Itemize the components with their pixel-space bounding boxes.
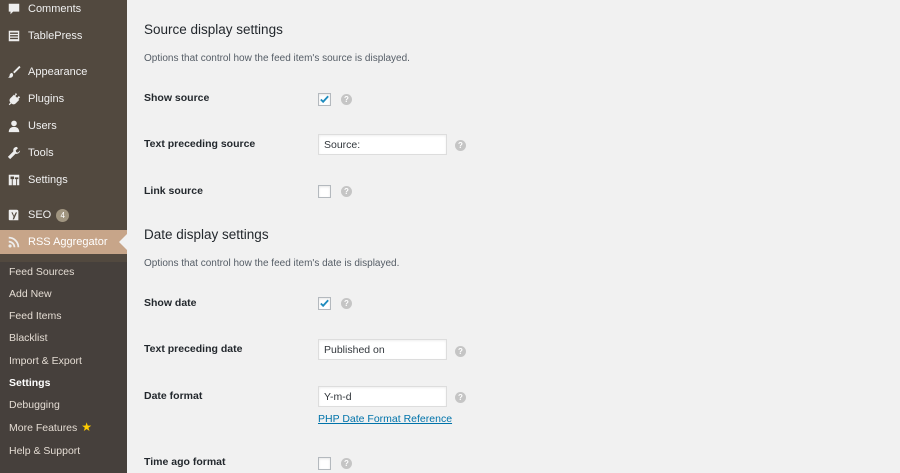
paintbrush-icon [7,65,21,79]
link-source-checkbox[interactable] [318,185,331,198]
menu-item-tablepress[interactable]: TablePress [0,24,127,48]
show-date-label: Show date [144,297,197,309]
submenu-feed-items[interactable]: Feed Items [9,308,62,324]
menu-item-rss-aggregator[interactable]: RSS Aggregator [0,230,127,254]
rss-icon [7,235,21,249]
update-count-badge: 4 [56,208,70,222]
menu-item-label: Comments [28,3,82,15]
time-ago-format-checkbox[interactable] [318,457,331,470]
submenu-settings[interactable]: Settings [9,375,50,391]
checkmark-icon [320,95,329,104]
menu-item-settings[interactable]: Settings [0,168,127,192]
text-preceding-source-label: Text preceding source [144,138,256,150]
table-icon [7,29,21,43]
link-source-label: Link source [144,185,203,197]
rss-aggregator-submenu: Feed Sources Add New Feed Items Blacklis… [0,262,127,473]
submenu-blacklist[interactable]: Blacklist [9,330,48,346]
text-preceding-date-input[interactable] [318,339,447,360]
yoast-icon [7,208,21,222]
wrench-icon [7,146,21,160]
php-date-format-reference-link[interactable]: PHP Date Format Reference [318,413,452,425]
submenu-debugging[interactable]: Debugging [9,397,60,413]
help-icon[interactable]: ? [455,346,466,357]
help-icon[interactable]: ? [455,392,466,403]
submenu-more-features-label: More Features [9,422,78,434]
menu-item-label: Tools [28,147,54,159]
show-source-label: Show source [144,92,210,104]
submenu-add-new[interactable]: Add New [9,286,52,302]
help-icon[interactable]: ? [341,186,352,197]
plug-icon [7,92,21,106]
submenu-help-support[interactable]: Help & Support [9,443,80,459]
star-icon: ★ [81,420,93,434]
date-section-title: Date display settings [144,227,269,242]
comment-icon [7,2,21,16]
user-icon [7,119,21,133]
menu-item-label: Appearance [28,66,88,78]
help-icon[interactable]: ? [455,140,466,151]
menu-item-label: SEO [28,209,52,221]
menu-item-label: Users [28,120,57,132]
text-preceding-date-label: Text preceding date [144,343,243,355]
menu-item-tools[interactable]: Tools [0,141,127,165]
menu-item-plugins[interactable]: Plugins [0,87,127,111]
help-icon[interactable]: ? [341,298,352,309]
time-ago-format-label: Time ago format [144,456,226,468]
menu-item-label: Plugins [28,93,65,105]
show-date-checkbox[interactable] [318,297,331,310]
settings-icon [7,173,21,187]
date-format-input[interactable] [318,386,447,407]
show-source-checkbox[interactable] [318,93,331,106]
submenu-more-features[interactable]: More Features ★ [9,419,92,435]
help-icon[interactable]: ? [341,94,352,105]
source-section-description: Options that control how the feed item's… [144,53,410,64]
date-format-label: Date format [144,390,203,402]
submenu-import-export[interactable]: Import & Export [9,353,82,369]
source-section-title: Source display settings [144,22,283,37]
menu-item-label: Settings [28,174,68,186]
help-icon[interactable]: ? [341,458,352,469]
checkmark-icon [320,299,329,308]
submenu-feed-sources[interactable]: Feed Sources [9,264,74,280]
menu-item-label: RSS Aggregator [28,236,108,248]
admin-sidebar: Comments TablePress Appearance Plugins U… [0,0,127,473]
menu-item-appearance[interactable]: Appearance [0,60,127,84]
settings-content: Source display settings Options that con… [127,0,900,473]
menu-item-comments[interactable]: Comments [0,0,127,21]
menu-item-users[interactable]: Users [0,114,127,138]
text-preceding-source-input[interactable] [318,134,447,155]
menu-item-label: TablePress [28,30,83,42]
menu-item-seo[interactable]: SEO 4 [0,203,127,227]
date-section-description: Options that control how the feed item's… [144,258,400,269]
